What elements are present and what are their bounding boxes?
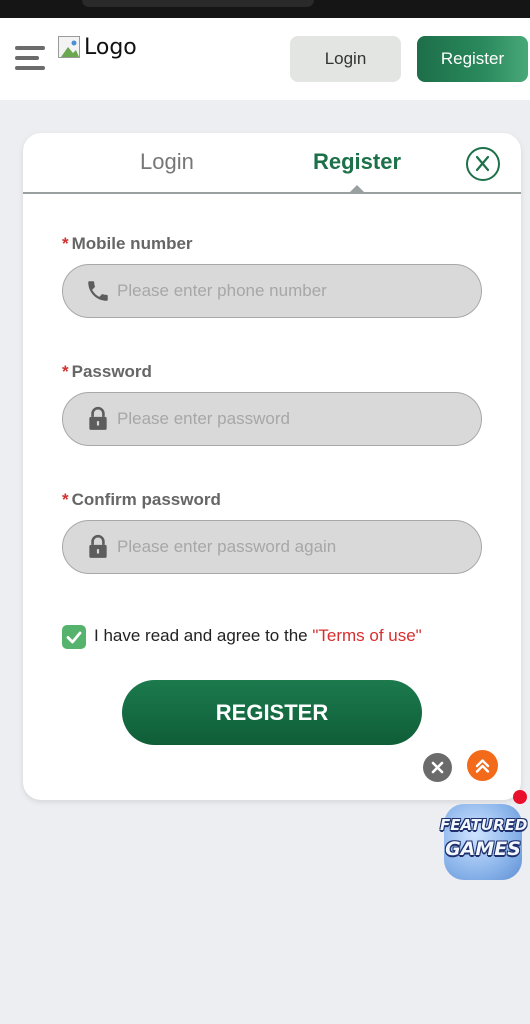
tab-login[interactable]: Login: [140, 149, 194, 175]
password-field[interactable]: [62, 392, 482, 446]
logo-alt-text: Logo: [84, 34, 137, 60]
confirm-password-input[interactable]: [117, 521, 467, 572]
terms-of-use-link[interactable]: "Terms of use": [312, 626, 421, 645]
checkmark-icon: [66, 631, 82, 644]
required-mark: *: [62, 362, 69, 381]
confirm-password-field[interactable]: [62, 520, 482, 574]
agree-checkbox[interactable]: [62, 625, 86, 649]
status-notch: [82, 0, 314, 7]
featured-badge-line1: FEATURED: [440, 816, 528, 834]
scroll-to-top-icon[interactable]: [467, 750, 498, 781]
featured-games-badge[interactable]: FEATURED GAMES: [440, 790, 528, 886]
tab-divider: [23, 192, 521, 194]
phone-icon: [85, 278, 111, 304]
lock-icon: [85, 406, 111, 432]
agree-statement: I have read and agree to the: [94, 626, 313, 645]
confirm-password-label: * Confirm password: [62, 490, 221, 510]
status-bar: [0, 0, 530, 18]
header-login-button[interactable]: Login: [290, 36, 401, 82]
required-mark: *: [62, 490, 69, 509]
site-logo[interactable]: Logo: [58, 32, 137, 62]
agree-text: I have read and agree to the "Terms of u…: [94, 626, 422, 646]
password-label-text: Password: [71, 362, 152, 381]
required-mark: *: [62, 234, 69, 253]
top-header: Logo Login Register: [0, 18, 530, 100]
tab-register[interactable]: Register: [313, 149, 401, 175]
float-close-icon[interactable]: [423, 753, 452, 782]
broken-image-icon: [58, 36, 80, 58]
password-input[interactable]: [117, 393, 467, 444]
close-icon[interactable]: [466, 147, 500, 181]
password-label: * Password: [62, 362, 152, 382]
active-tab-indicator: [349, 185, 365, 193]
confirm-password-label-text: Confirm password: [71, 490, 221, 509]
lock-icon: [85, 534, 111, 560]
register-modal: Login Register *Mobile number *Password: [23, 133, 521, 800]
hamburger-menu-icon[interactable]: [15, 42, 47, 74]
mobile-number-label-text: Mobile number: [71, 234, 193, 253]
notification-dot: [513, 790, 527, 804]
mobile-number-field[interactable]: [62, 264, 482, 318]
header-register-button[interactable]: Register: [417, 36, 528, 82]
register-submit-button[interactable]: REGISTER: [122, 680, 422, 745]
mobile-number-label: * Mobile number: [62, 234, 193, 254]
mobile-number-input[interactable]: [117, 265, 467, 316]
featured-badge-line2: GAMES: [445, 838, 521, 860]
